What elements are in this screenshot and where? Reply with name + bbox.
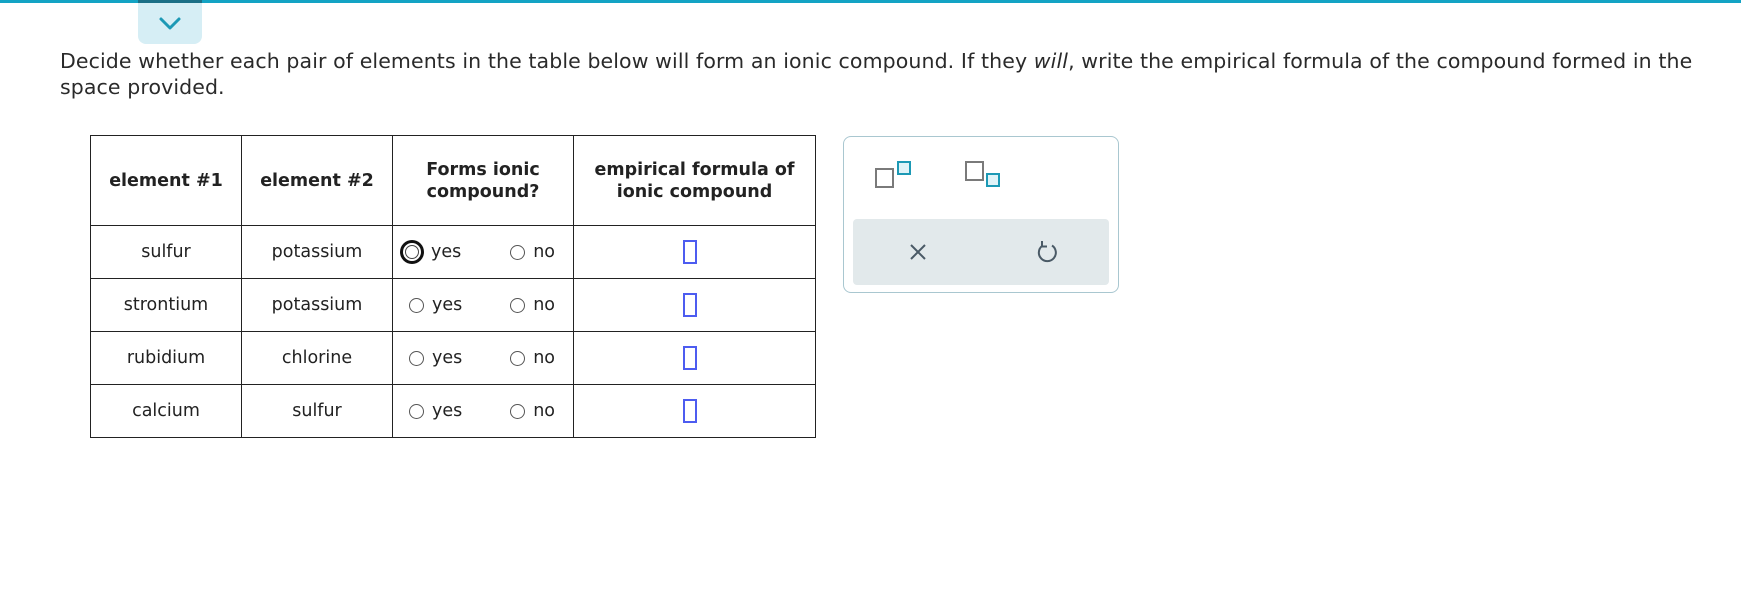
no-radio[interactable] bbox=[510, 244, 526, 260]
formula-tool-panel bbox=[843, 136, 1119, 293]
undo-button[interactable] bbox=[1033, 238, 1061, 266]
formula-input[interactable] bbox=[682, 399, 697, 423]
formula-cell bbox=[573, 225, 816, 279]
row-element2: chlorine bbox=[241, 331, 393, 385]
no-radio[interactable] bbox=[510, 403, 526, 419]
formula-input[interactable] bbox=[682, 346, 697, 370]
header-element2: element #2 bbox=[241, 135, 393, 226]
yes-radio[interactable] bbox=[409, 350, 424, 366]
header-forms-ionic-label: Forms ionic compound? bbox=[426, 159, 540, 202]
header-formula-label: empirical formula of ionic compound bbox=[594, 159, 795, 202]
table-row: calcium sulfur yes no bbox=[90, 384, 816, 438]
forms-ionic-choice: yes no bbox=[392, 278, 574, 332]
yes-radio[interactable] bbox=[409, 403, 424, 419]
no-option[interactable]: no bbox=[510, 295, 555, 315]
row-element1: strontium bbox=[90, 278, 242, 332]
yes-radio[interactable] bbox=[401, 241, 423, 263]
yes-radio[interactable] bbox=[409, 297, 424, 313]
no-option[interactable]: no bbox=[510, 401, 555, 421]
row-element2: sulfur bbox=[241, 384, 393, 438]
row-element2: potassium bbox=[241, 225, 393, 279]
undo-icon bbox=[1037, 241, 1057, 263]
yes-label: yes bbox=[431, 242, 462, 262]
yes-label: yes bbox=[432, 401, 463, 421]
prompt-emphasis: will bbox=[1033, 49, 1069, 73]
forms-ionic-choice: yes no bbox=[392, 331, 574, 385]
superscript-icon bbox=[875, 161, 911, 188]
formula-input[interactable] bbox=[682, 293, 697, 317]
table-row: strontium potassium yes no bbox=[90, 278, 816, 332]
clear-icon bbox=[910, 244, 926, 260]
chevron-down-icon bbox=[159, 17, 181, 29]
no-label: no bbox=[533, 348, 555, 368]
no-option[interactable]: no bbox=[510, 348, 555, 368]
no-label: no bbox=[533, 401, 555, 421]
formula-input[interactable] bbox=[682, 240, 697, 264]
top-accent-rule bbox=[0, 0, 1741, 3]
collapse-toggle[interactable] bbox=[138, 0, 202, 44]
yes-label: yes bbox=[432, 348, 463, 368]
action-bar bbox=[853, 219, 1109, 285]
formula-cell bbox=[573, 278, 816, 332]
header-forms-ionic: Forms ionic compound? bbox=[392, 135, 574, 226]
prompt-text-start: Decide whether each pair of elements in … bbox=[60, 49, 1034, 73]
header-element1: element #1 bbox=[90, 135, 242, 226]
question-prompt: Decide whether each pair of elements in … bbox=[60, 48, 1730, 100]
forms-ionic-choice: yes no bbox=[392, 225, 574, 279]
table-row: sulfur potassium yes no bbox=[90, 225, 816, 279]
elements-table: element #1 element #2 Forms ionic compou… bbox=[90, 135, 816, 438]
formula-cell bbox=[573, 331, 816, 385]
yes-option[interactable]: yes bbox=[409, 348, 462, 368]
table-header-row: element #1 element #2 Forms ionic compou… bbox=[90, 135, 816, 226]
clear-button[interactable] bbox=[905, 239, 931, 265]
yes-label: yes bbox=[432, 295, 463, 315]
subscript-icon bbox=[965, 161, 1000, 187]
no-label: no bbox=[533, 295, 555, 315]
forms-ionic-choice: yes no bbox=[392, 384, 574, 438]
header-formula: empirical formula of ionic compound bbox=[573, 135, 816, 226]
yes-option[interactable]: yes bbox=[401, 241, 461, 263]
row-element2: potassium bbox=[241, 278, 393, 332]
no-option[interactable]: no bbox=[510, 242, 555, 262]
yes-option[interactable]: yes bbox=[409, 295, 462, 315]
no-radio[interactable] bbox=[510, 297, 526, 313]
no-radio[interactable] bbox=[510, 350, 526, 366]
no-label: no bbox=[533, 242, 555, 262]
table-row: rubidium chlorine yes no bbox=[90, 331, 816, 385]
superscript-button[interactable] bbox=[874, 159, 916, 189]
row-element1: calcium bbox=[90, 384, 242, 438]
yes-option[interactable]: yes bbox=[409, 401, 462, 421]
subscript-button[interactable] bbox=[964, 159, 1006, 189]
formula-cell bbox=[573, 384, 816, 438]
row-element1: sulfur bbox=[90, 225, 242, 279]
row-element1: rubidium bbox=[90, 331, 242, 385]
